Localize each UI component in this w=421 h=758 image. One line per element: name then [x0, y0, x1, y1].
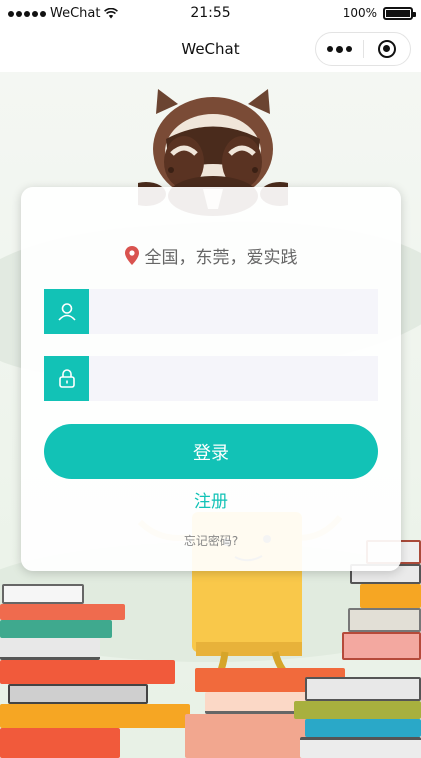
book-stack-decoration	[294, 701, 421, 719]
book-stack-decoration	[0, 620, 112, 638]
status-bar: WeChat 21:55 100%	[0, 0, 421, 28]
nav-bar: WeChat	[0, 28, 421, 72]
username-field	[44, 289, 378, 334]
battery-percent: 100%	[342, 6, 377, 20]
register-link[interactable]: 注册	[21, 487, 401, 512]
more-dots-icon[interactable]	[316, 33, 363, 65]
forgot-password-link[interactable]: 忘记密码?	[21, 532, 401, 549]
battery-icon	[383, 6, 416, 20]
password-field	[44, 356, 378, 401]
user-icon	[44, 289, 89, 334]
book-stack-decoration	[360, 584, 421, 608]
book-stack-decoration	[342, 632, 421, 660]
login-button[interactable]: 登录	[44, 424, 378, 479]
book-stack-decoration	[305, 677, 421, 701]
location-text: 全国，东莞，爱实践	[144, 248, 298, 268]
username-input[interactable]	[89, 289, 378, 334]
location-row: 全国，东莞，爱实践	[21, 243, 401, 268]
lock-icon	[44, 356, 89, 401]
book-stack-decoration	[0, 660, 175, 684]
password-input[interactable]	[89, 356, 378, 401]
book-stack-decoration	[300, 737, 421, 758]
book-stack-decoration	[2, 584, 84, 604]
miniprogram-capsule	[315, 32, 411, 66]
book-stack-decoration	[305, 719, 421, 737]
location-pin-icon	[124, 246, 139, 265]
login-card: 全国，东莞，爱实践 登录 注册 忘记密码?	[21, 187, 401, 571]
book-stack-decoration	[0, 704, 190, 728]
book-stack-decoration	[348, 608, 421, 632]
book-stack-decoration	[0, 604, 125, 620]
close-miniprogram-icon[interactable]	[364, 33, 410, 65]
status-right: 100%	[342, 6, 416, 20]
book-stack-decoration	[0, 728, 120, 758]
book-stack-decoration	[8, 684, 148, 704]
book-stack-decoration	[0, 638, 100, 660]
